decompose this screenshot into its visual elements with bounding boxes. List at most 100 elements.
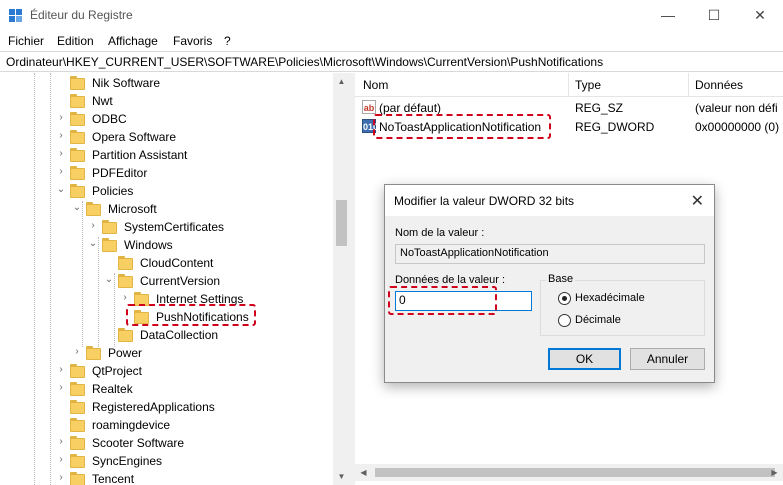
tree-item-label: PDFEditor <box>92 166 148 180</box>
address-bar[interactable]: Ordinateur\HKEY_CURRENT_USER\SOFTWARE\Po… <box>0 51 783 72</box>
menu-fichier[interactable]: Fichier <box>8 34 44 48</box>
binary-value-icon: 010 <box>362 119 378 133</box>
folder-icon <box>86 202 101 216</box>
menu-bar: Fichier Edition Affichage Favoris ? <box>0 31 783 51</box>
folder-icon <box>86 346 101 360</box>
value-data-input[interactable]: 0 <box>395 291 532 311</box>
list-row-default[interactable]: ab (par défaut) REG_SZ (valeur non défi <box>355 98 783 117</box>
tree-item-label: PushNotifications <box>154 309 251 325</box>
tree-item-label: Scooter Software <box>92 436 185 450</box>
ok-button[interactable]: OK <box>548 348 621 370</box>
folder-icon <box>70 472 85 485</box>
menu-edition[interactable]: Edition <box>57 34 94 48</box>
expand-chevron-icon[interactable]: › <box>72 346 82 357</box>
list-horizontal-scrollbar[interactable]: ◀ ▶ <box>355 464 783 481</box>
tree-vertical-scrollbar[interactable]: ▲ ▼ <box>333 73 350 485</box>
tree-item-label: Internet Settings <box>156 292 244 306</box>
scroll-up-icon[interactable]: ▲ <box>333 73 350 90</box>
title-bar: Éditeur du Registre — ☐ ✕ <box>0 0 783 31</box>
list-row-notoast[interactable]: 010 NoToastApplicationNotification REG_D… <box>355 117 783 136</box>
folder-icon <box>134 292 149 306</box>
expand-chevron-icon[interactable]: › <box>56 454 66 465</box>
tree-item-label: Power <box>108 346 143 360</box>
list-header: Nom Type Données <box>355 73 783 97</box>
tree-item-label: SyncEngines <box>92 454 163 468</box>
folder-icon <box>134 310 149 324</box>
tree-item-label: Partition Assistant <box>92 148 188 162</box>
dialog-close-icon[interactable]: ✕ <box>691 191 704 211</box>
folder-icon <box>102 220 117 234</box>
row-type: REG_DWORD <box>575 120 655 134</box>
value-name-field: NoToastApplicationNotification <box>395 244 705 264</box>
expand-chevron-icon[interactable]: › <box>56 130 66 141</box>
maximize-button[interactable]: ☐ <box>691 0 737 31</box>
folder-icon <box>70 436 85 450</box>
folder-icon <box>70 166 85 180</box>
registry-tree: Nik Software Nwt › ODBC › Opera Software › Part… <box>0 73 350 485</box>
folder-icon <box>70 130 85 144</box>
tree-item-label: RegisteredApplications <box>92 400 215 414</box>
column-donnees[interactable]: Données <box>695 78 743 92</box>
expand-chevron-icon[interactable]: ⌄ <box>72 202 82 213</box>
tree-item-label: Microsoft <box>108 202 157 216</box>
menu-affichage[interactable]: Affichage <box>108 34 158 48</box>
cancel-button[interactable]: Annuler <box>630 348 705 370</box>
expand-chevron-icon[interactable]: › <box>88 220 98 231</box>
tree-item-label: CurrentVersion <box>140 274 221 288</box>
row-name: NoToastApplicationNotification <box>379 120 542 134</box>
expand-chevron-icon[interactable]: › <box>56 166 66 177</box>
tree-item-label: roamingdevice <box>92 418 171 432</box>
column-type[interactable]: Type <box>575 78 601 92</box>
registry-app-icon <box>9 9 23 23</box>
expand-chevron-icon[interactable]: ⌄ <box>104 274 114 285</box>
radio-hex-label: Hexadécimale <box>575 292 645 304</box>
expand-chevron-icon[interactable]: › <box>56 382 66 393</box>
expand-chevron-icon[interactable]: › <box>56 436 66 447</box>
tree-item-label: CloudContent <box>140 256 214 270</box>
dialog-title-bar: Modifier la valeur DWORD 32 bits ✕ <box>385 185 714 216</box>
value-name-text: NoToastApplicationNotification <box>400 247 549 259</box>
expand-chevron-icon[interactable]: › <box>56 472 66 483</box>
scroll-right-icon[interactable]: ▶ <box>766 464 783 481</box>
folder-icon <box>70 94 85 108</box>
folder-icon <box>118 256 133 270</box>
tree-item-label: Policies <box>92 184 134 198</box>
base-label: Base <box>546 273 576 285</box>
folder-icon <box>118 328 133 342</box>
tree-item-label: DataCollection <box>140 328 219 342</box>
tree-scroll-thumb[interactable] <box>336 200 347 246</box>
close-button[interactable]: ✕ <box>737 0 783 31</box>
radio-unchecked-icon <box>558 314 571 327</box>
scroll-down-icon[interactable]: ▼ <box>333 468 350 485</box>
menu-help[interactable]: ? <box>224 34 231 48</box>
row-data: 0x00000000 (0) <box>695 120 780 134</box>
folder-icon <box>70 148 85 162</box>
folder-icon <box>70 400 85 414</box>
expand-chevron-icon[interactable]: ⌄ <box>56 184 66 195</box>
minimize-button[interactable]: — <box>645 0 691 31</box>
folder-icon <box>70 418 85 432</box>
tree-item-label: Opera Software <box>92 130 177 144</box>
base-groupbox: Base Hexadécimale Décimale <box>540 273 705 336</box>
column-nom[interactable]: Nom <box>363 78 388 92</box>
radio-hexadecimale[interactable]: Hexadécimale <box>558 292 678 306</box>
list-scroll-thumb[interactable] <box>375 468 775 477</box>
folder-icon <box>70 76 85 90</box>
tree-item-label: Realtek <box>92 382 133 396</box>
scroll-left-icon[interactable]: ◀ <box>355 464 372 481</box>
radio-decimale[interactable]: Décimale <box>558 314 678 328</box>
expand-chevron-icon[interactable]: › <box>56 364 66 375</box>
expand-chevron-icon[interactable]: › <box>56 148 66 159</box>
tree-item-label: ODBC <box>92 112 127 126</box>
radio-checked-icon <box>558 292 571 305</box>
tree-item-label: Windows <box>124 238 173 252</box>
tree-item-label: SystemCertificates <box>124 220 225 234</box>
row-type: REG_SZ <box>575 101 624 115</box>
folder-icon <box>70 184 85 198</box>
tree-item-label: Tencent <box>92 472 135 485</box>
expand-chevron-icon[interactable]: › <box>56 112 66 123</box>
tree-item-label: QtProject <box>92 364 143 378</box>
expand-chevron-icon[interactable]: ⌄ <box>88 238 98 249</box>
menu-favoris[interactable]: Favoris <box>173 34 212 48</box>
expand-chevron-icon[interactable]: › <box>120 292 130 303</box>
